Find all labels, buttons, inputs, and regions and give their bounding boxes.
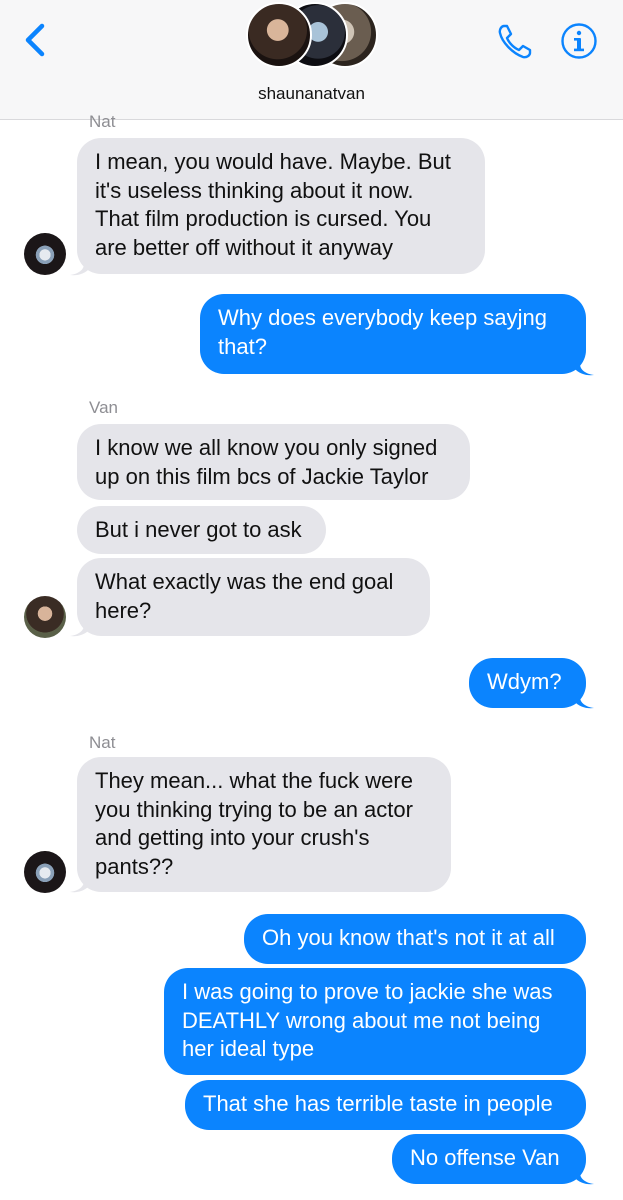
bubble-tail [70,873,90,893]
bubble-tail [70,617,90,637]
message-line: Oh you know that's not it at all [262,925,555,950]
bubble-tail [574,356,594,376]
outgoing-message[interactable]: No offense Van [392,1134,586,1184]
bubble-tail [574,1165,594,1185]
sender-label: Nat [89,733,116,752]
message-line: Why does everybody keep sayjng [218,305,547,330]
info-icon [561,23,597,59]
message-line: I know we all know you only signed [95,435,438,460]
avatar[interactable] [24,851,66,893]
message-line: What exactly was the end goal [95,569,394,594]
message-line: That film production is cursed. You [95,206,432,231]
message-line: They mean... what the fuck were [95,768,413,793]
group-avatars[interactable] [246,2,378,70]
message-line: here? [95,597,152,623]
phone-icon [498,24,532,59]
message-line: pants?? [95,853,174,879]
chevron-left-icon [25,23,45,57]
bubble-tail [574,689,594,709]
sender-label: Nat [89,112,116,131]
message-line: I mean, you would have. Maybe. But [95,149,451,174]
avatar[interactable] [24,233,66,275]
outgoing-message[interactable]: Oh you know that's not it at all [244,914,586,964]
outgoing-message[interactable]: I was going to prove to jackie she was D… [164,968,586,1075]
outgoing-message[interactable]: Why does everybody keep sayjng that? [200,294,586,374]
outgoing-message[interactable]: Wdym? [469,658,586,708]
message-line: I was going to prove to jackie she was [182,979,553,1004]
message-line: her ideal type [182,1036,315,1061]
avatar [246,2,312,68]
incoming-message[interactable]: I mean, you would have. Maybe. But it's … [77,138,485,274]
call-button[interactable] [495,22,535,62]
message-line: That she has terrible taste in people [203,1091,553,1116]
outgoing-message[interactable]: That she has terrible taste in people [185,1080,586,1130]
group-name[interactable]: shaunanatvan [0,84,623,104]
incoming-message[interactable]: I know we all know you only signed up on… [77,424,470,500]
message-line: you thinking trying to be an actor [95,796,413,822]
back-button[interactable] [20,20,52,60]
incoming-message[interactable]: But i never got to ask [77,506,326,554]
incoming-message[interactable]: What exactly was the end goal here? [77,558,430,636]
message-line: DEATHLY wrong about me not being [182,1007,541,1033]
info-button[interactable] [560,22,598,60]
avatar[interactable] [24,596,66,638]
bubble-tail [70,256,90,276]
conversation-header: shaunanatvan [0,0,623,120]
message-line: it's useless thinking about it now. [95,177,414,203]
message-line: are better off without it anyway [95,234,393,260]
message-line: up on this film bcs of Jackie Taylor [95,463,429,489]
sender-label: Van [89,398,118,417]
message-line: that? [218,333,267,359]
message-line: and getting into your crush's [95,825,370,850]
message-line: No offense Van [410,1145,560,1170]
message-line: Wdym? [487,669,562,694]
message-line: But i never got to ask [95,517,302,542]
incoming-message[interactable]: They mean... what the fuck were you thin… [77,757,451,892]
